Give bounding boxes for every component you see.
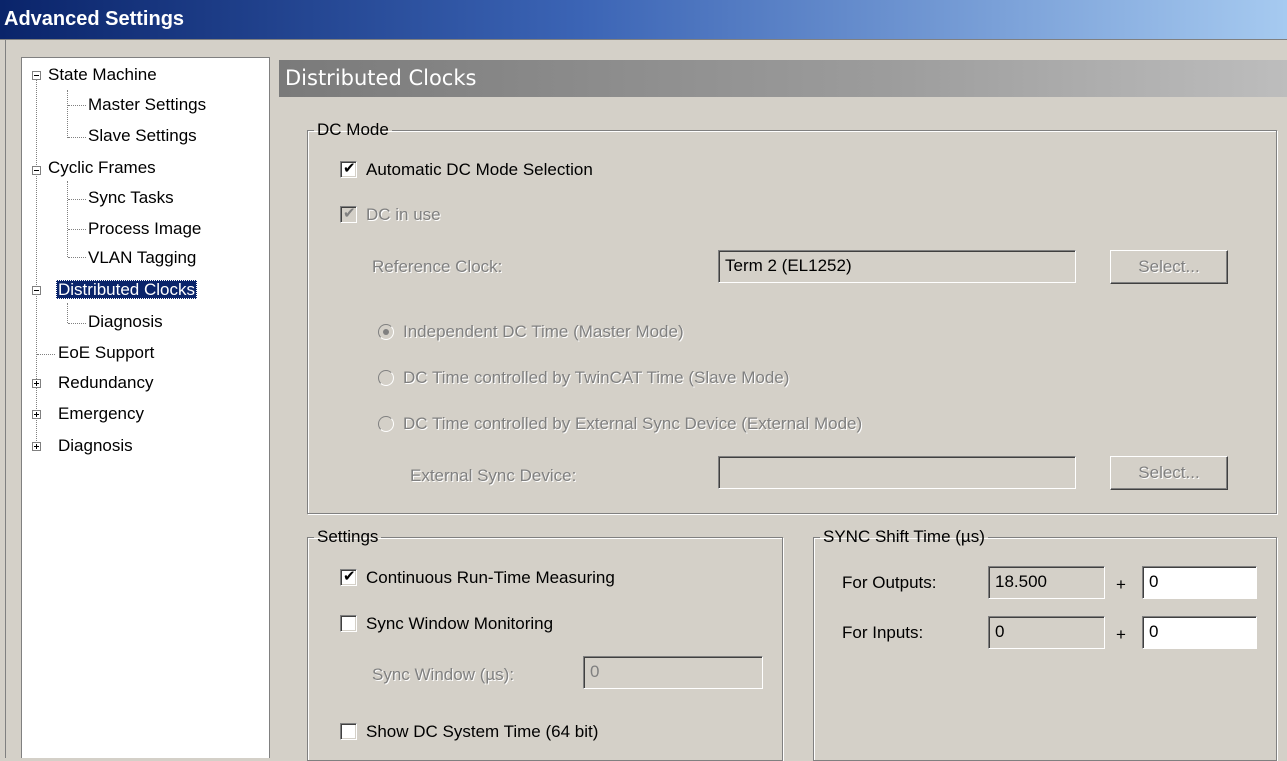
settings-tree[interactable]: State Machine Master Settings Slave Sett…: [21, 57, 270, 758]
auto-dc-mode-label: Automatic DC Mode Selection: [366, 160, 593, 179]
tree-item-label: EoE Support: [58, 343, 155, 362]
show-dc-system-time-checkbox[interactable]: Show DC System Time (64 bit): [340, 722, 598, 742]
tree-item-label: Emergency: [58, 404, 144, 423]
inputs-shift-field: 0: [988, 616, 1105, 649]
tree-item-state-machine[interactable]: State Machine: [46, 61, 159, 89]
radio-label: DC Time controlled by External Sync Devi…: [403, 414, 863, 433]
window-title: Advanced Settings: [4, 8, 185, 30]
radio-twincat-dc-time: DC Time controlled by TwinCAT Time (Slav…: [378, 368, 789, 388]
tree-item-diagnosis[interactable]: Diagnosis: [56, 432, 135, 460]
checkbox-box[interactable]: ✔: [340, 568, 357, 586]
tree-item-label: Process Image: [88, 219, 202, 238]
tree-item-redundancy[interactable]: Redundancy: [56, 369, 155, 397]
tree-item-cyclic-frames[interactable]: Cyclic Frames: [46, 154, 158, 182]
for-inputs-label: For Inputs:: [842, 623, 924, 642]
dc-in-use-label: DC in use: [366, 205, 441, 224]
tree-item-emergency[interactable]: Emergency: [56, 400, 146, 428]
tree-item-label: Sync Tasks: [88, 188, 174, 207]
collapse-icon[interactable]: [32, 286, 41, 295]
tree-connector: [67, 90, 68, 138]
external-sync-device-label: External Sync Device:: [410, 466, 577, 485]
tree-item-diagnosis-child[interactable]: Diagnosis: [86, 308, 165, 336]
reference-clock-field: Term 2 (EL1252): [718, 250, 1076, 283]
tree-connector: [37, 354, 55, 355]
tree-item-distributed-clocks[interactable]: Distributed Clocks: [56, 276, 197, 304]
tree-item-label: Diagnosis: [88, 312, 163, 331]
inputs-offset-input[interactable]: 0: [1142, 616, 1257, 649]
plus-sign: +: [1116, 575, 1126, 594]
collapse-icon[interactable]: [32, 166, 41, 175]
radio-external-dc-time: DC Time controlled by External Sync Devi…: [378, 414, 862, 434]
tree-item-sync-tasks[interactable]: Sync Tasks: [86, 184, 176, 212]
sync-window-label: Sync Window (µs):: [372, 665, 515, 684]
checkmark-icon: ✔: [343, 568, 356, 585]
show-dc-system-time-label: Show DC System Time (64 bit): [366, 722, 599, 741]
radio-button: [378, 370, 394, 386]
collapse-icon[interactable]: [32, 71, 41, 80]
tree-item-process-image[interactable]: Process Image: [86, 215, 203, 243]
checkmark-icon: ✔: [343, 160, 356, 177]
tree-item-label: VLAN Tagging: [88, 248, 197, 267]
checkbox-box[interactable]: [340, 615, 357, 632]
expand-icon[interactable]: [32, 410, 41, 419]
checkbox-box[interactable]: [340, 723, 357, 740]
select-external-sync-button: Select...: [1110, 456, 1228, 490]
page-header: Distributed Clocks: [279, 60, 1287, 97]
title-bar: Advanced Settings: [0, 0, 1287, 40]
auto-dc-mode-checkbox[interactable]: ✔ Automatic DC Mode Selection: [340, 160, 593, 180]
tree-item-eoe-support[interactable]: EoE Support: [56, 339, 156, 367]
tree-connector: [68, 323, 86, 324]
sync-window-monitoring-label: Sync Window Monitoring: [366, 614, 554, 633]
tree-item-label: Distributed Clocks: [56, 280, 197, 299]
continuous-runtime-checkbox[interactable]: ✔ Continuous Run-Time Measuring: [340, 568, 615, 588]
expand-icon[interactable]: [32, 379, 41, 388]
tree-item-label: Cyclic Frames: [48, 158, 156, 177]
outputs-shift-field: 18.500: [988, 566, 1105, 599]
expand-icon[interactable]: [32, 442, 41, 451]
checkmark-icon: ✔: [343, 205, 356, 222]
outputs-offset-input[interactable]: 0: [1142, 566, 1257, 599]
tree-item-label: Slave Settings: [88, 126, 197, 145]
tree-connector: [68, 137, 86, 138]
radio-label: DC Time controlled by TwinCAT Time (Slav…: [403, 368, 790, 387]
radio-button: [378, 324, 394, 340]
tree-connector: [36, 76, 37, 449]
tree-connector: [68, 199, 86, 200]
reference-clock-label: Reference Clock:: [372, 257, 503, 276]
tree-item-label: State Machine: [48, 65, 157, 84]
select-reference-clock-button: Select...: [1110, 250, 1228, 284]
page-title: Distributed Clocks: [285, 66, 477, 90]
plus-sign: +: [1116, 625, 1126, 644]
checkbox-box[interactable]: ✔: [340, 160, 357, 178]
radio-independent-dc-time: Independent DC Time (Master Mode): [378, 322, 684, 342]
radio-label: Independent DC Time (Master Mode): [403, 322, 684, 341]
settings-legend: Settings: [317, 527, 379, 546]
radio-button: [378, 416, 394, 432]
tree-connector: [68, 105, 86, 106]
checkbox-box: ✔: [340, 205, 357, 223]
tree-item-slave-settings[interactable]: Slave Settings: [86, 122, 199, 150]
tree-connector: [68, 257, 86, 258]
tree-connector: [68, 229, 86, 230]
sync-window-monitoring-checkbox[interactable]: Sync Window Monitoring: [340, 614, 553, 634]
tree-item-vlan-tagging[interactable]: VLAN Tagging: [86, 244, 198, 272]
dc-mode-legend: DC Mode: [317, 120, 389, 139]
tree-item-label: Master Settings: [88, 95, 207, 114]
radio-dot: [383, 329, 389, 335]
tree-connector: [67, 303, 68, 323]
dc-in-use-checkbox: ✔ DC in use: [340, 205, 441, 225]
external-sync-device-field: [718, 456, 1076, 489]
tree-connector: [67, 181, 68, 257]
sync-shift-legend: SYNC Shift Time (µs): [823, 527, 985, 546]
tree-item-label: Redundancy: [58, 373, 154, 392]
continuous-runtime-label: Continuous Run-Time Measuring: [366, 568, 615, 587]
tree-item-label: Diagnosis: [58, 436, 133, 455]
for-outputs-label: For Outputs:: [842, 573, 937, 592]
sync-window-field: 0: [583, 656, 763, 689]
tree-item-master-settings[interactable]: Master Settings: [86, 91, 208, 119]
